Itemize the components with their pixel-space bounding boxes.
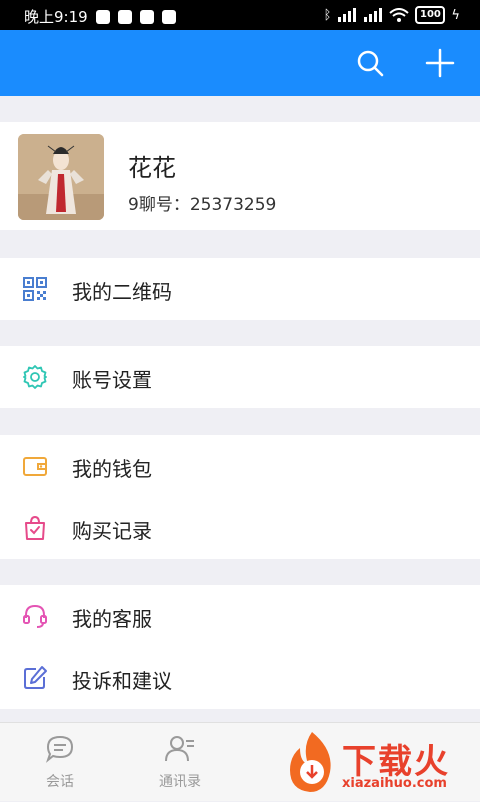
notification-icon [95,9,110,24]
edit-icon [24,666,47,689]
battery-icon: 100 [415,6,446,24]
menu-label: 我的二维码 [72,280,172,304]
menu-label: 账号设置 [72,368,152,392]
profile-id: 9聊号：25373259 [128,190,276,215]
menu-label: 购买记录 [72,519,152,543]
notification-icon [139,9,154,24]
menu-item-wallet[interactable]: 我的钱包 [0,435,480,497]
tab-label: 通讯录 [159,774,201,790]
menu-label: 我的客服 [72,607,152,631]
profile-name: 花花 [128,154,176,182]
menu-label: 我的钱包 [72,457,152,481]
wifi-icon [389,8,410,22]
signal-icon [364,8,383,22]
status-bar: 晚上9:19 ᛒ 100 ϟ [0,0,480,30]
menu-item-feedback[interactable]: 投诉和建议 [0,647,480,709]
menu-item-qrcode[interactable]: 我的二维码 [0,258,480,320]
watermark-logo: 下载火 xiazaihuo.com [282,728,480,800]
tab-chats[interactable]: 会话 [15,733,105,791]
menu-label: 投诉和建议 [72,669,172,693]
contacts-icon [165,736,194,762]
notification-icon [161,9,176,24]
charging-icon: ϟ [451,7,460,23]
shopping-bag-icon [25,515,45,540]
chat-bubble-icon [45,735,74,763]
wallet-icon [23,457,47,476]
avatar[interactable] [18,134,104,220]
headset-icon [23,604,47,628]
signal-icon [338,8,357,22]
tab-label: 会话 [46,774,74,790]
bluetooth-icon: ᛒ [323,7,332,23]
app-header [0,30,480,96]
gear-icon [23,365,47,389]
plus-icon[interactable] [424,47,456,79]
flame-logo-icon [290,732,331,792]
search-icon[interactable] [354,47,386,79]
profile-id-value: 25373259 [189,195,277,215]
notification-icon [117,9,132,24]
qr-code-icon [23,277,47,301]
status-time: 晚上9:19 [24,8,88,26]
profile-card[interactable]: 花花 9聊号：25373259 [0,122,480,230]
tab-contacts[interactable]: 通讯录 [135,733,225,791]
profile-id-label: 9聊号： [128,195,190,215]
menu-item-account-settings[interactable]: 账号设置 [0,346,480,408]
watermark-url: xiazaihuo.com [342,776,447,791]
menu-item-purchases[interactable]: 购买记录 [0,497,480,559]
menu-item-customer-service[interactable]: 我的客服 [0,585,480,647]
